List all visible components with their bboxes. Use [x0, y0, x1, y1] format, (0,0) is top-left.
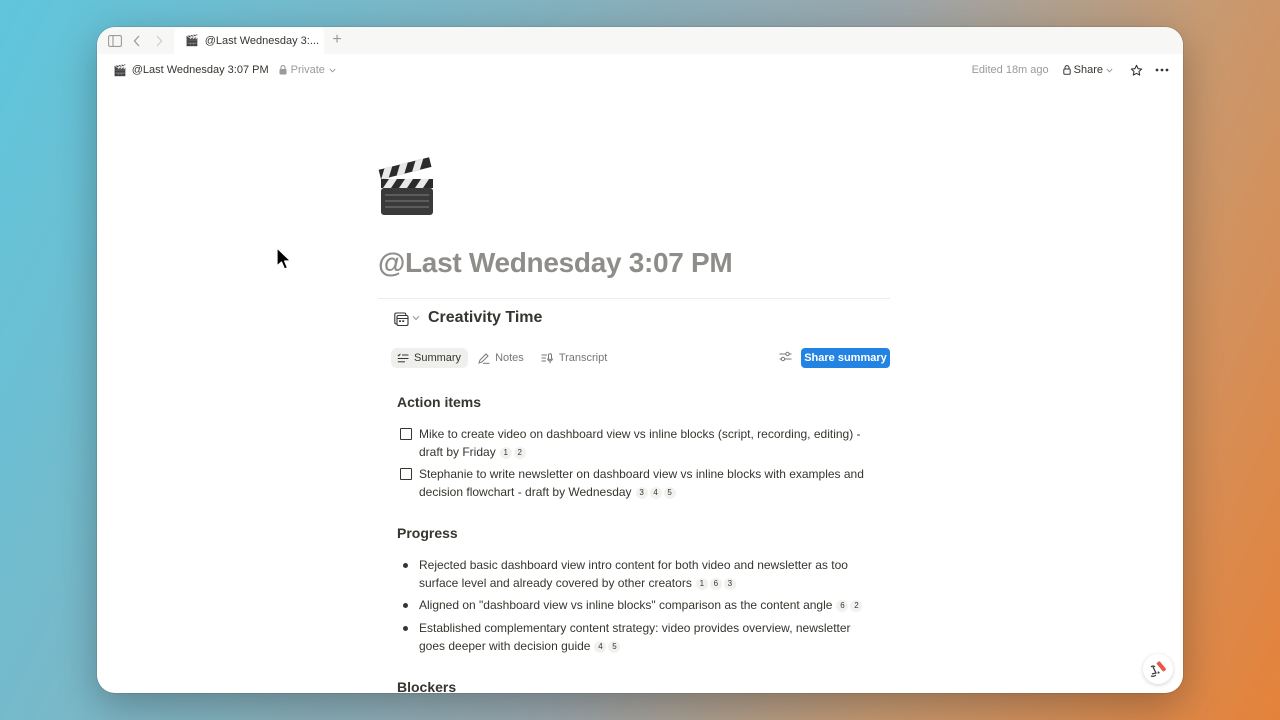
forward-icon[interactable]	[151, 33, 167, 49]
progress-item: Rejected basic dashboard view intro cont…	[397, 556, 877, 592]
tab-bar: 🎬 @Last Wednesday 3:... +	[97, 27, 1183, 54]
action-item: Mike to create video on dashboard view v…	[397, 425, 877, 461]
progress-item-text-content: Rejected basic dashboard view intro cont…	[419, 558, 848, 590]
action-item-text[interactable]: Stephanie to write newsletter on dashboa…	[419, 465, 877, 501]
clapper-board-icon[interactable]	[377, 157, 437, 217]
citation-badge[interactable]: 1	[695, 578, 708, 590]
tab-notes-label: Notes	[495, 352, 524, 364]
citation-badge[interactable]: 2	[850, 600, 863, 612]
progress-item: Established complementary content strate…	[397, 619, 877, 655]
clapper-board-icon: 🎬	[113, 64, 127, 77]
progress-item-text[interactable]: Rejected basic dashboard view intro cont…	[419, 556, 877, 592]
ai-assistant-button[interactable]	[1143, 654, 1173, 684]
lock-icon	[1062, 65, 1071, 75]
mouse-cursor	[276, 247, 292, 276]
title-divider	[378, 298, 890, 299]
tab-title: @Last Wednesday 3:...	[204, 34, 320, 47]
page-title[interactable]: @Last Wednesday 3:07 PM	[378, 247, 733, 279]
settings-sliders-icon[interactable]	[779, 351, 792, 362]
citation-badge[interactable]: 3	[723, 578, 736, 590]
tab-transcript[interactable]: Transcript	[535, 348, 615, 368]
action-item-text-content: Mike to create video on dashboard view v…	[419, 427, 861, 459]
calendar-icon	[394, 311, 409, 326]
back-icon[interactable]	[129, 33, 145, 49]
privacy-dropdown[interactable]: Private	[279, 64, 340, 76]
citation-badge[interactable]: 6	[836, 600, 849, 612]
action-item-text[interactable]: Mike to create video on dashboard view v…	[419, 425, 877, 461]
todo-checkbox[interactable]	[400, 428, 412, 440]
app-window: 🎬 @Last Wednesday 3:... + 🎬 @Last Wednes…	[97, 27, 1183, 693]
citation-badge[interactable]: 6	[709, 578, 722, 590]
citation-badge[interactable]: 1	[499, 447, 512, 459]
page-topbar: 🎬 @Last Wednesday 3:07 PM Private Edited…	[97, 54, 1183, 86]
citation-badge[interactable]: 4	[594, 641, 607, 653]
share-button[interactable]: Share	[1062, 64, 1116, 76]
share-summary-button[interactable]: Share summary	[801, 348, 890, 368]
bullet-dot	[403, 626, 408, 631]
microphone-icon	[541, 352, 553, 363]
chevron-down-icon	[1106, 68, 1113, 73]
todo-checkbox[interactable]	[400, 468, 412, 480]
summary-list-icon	[397, 353, 409, 363]
sidebar-toggle-icon[interactable]	[107, 33, 123, 49]
share-label: Share	[1073, 64, 1103, 76]
citation-badge[interactable]: 3	[635, 487, 648, 499]
bullet-dot	[403, 563, 408, 568]
chevron-down-icon[interactable]	[412, 315, 420, 321]
breadcrumb-title: @Last Wednesday 3:07 PM	[131, 64, 269, 76]
clapper-board-icon: 🎬	[185, 35, 199, 47]
citation-badge[interactable]: 2	[513, 447, 526, 459]
progress-heading: Progress	[397, 525, 458, 541]
new-tab-plus-icon[interactable]: +	[329, 32, 345, 48]
favorite-star-icon[interactable]	[1130, 64, 1143, 77]
privacy-label: Private	[290, 64, 325, 76]
action-item: Stephanie to write newsletter on dashboa…	[397, 465, 877, 501]
action-items-heading: Action items	[397, 394, 482, 410]
tab-transcript-label: Transcript	[558, 352, 608, 364]
ai-face-pencil-icon	[1150, 661, 1166, 677]
pencil-icon	[478, 352, 490, 364]
tab-current-page[interactable]: 🎬 @Last Wednesday 3:...	[174, 27, 324, 54]
lock-icon	[279, 65, 287, 75]
tab-summary-label: Summary	[414, 352, 462, 364]
citation-badge[interactable]: 4	[649, 487, 662, 499]
tab-summary[interactable]: Summary	[391, 348, 469, 368]
tab-notes[interactable]: Notes	[472, 348, 531, 368]
progress-item: Aligned on "dashboard view vs inline blo…	[397, 596, 877, 614]
meeting-title[interactable]: Creativity Time	[428, 309, 542, 327]
blockers-heading: Blockers	[397, 679, 457, 693]
progress-item-text-content: Aligned on "dashboard view vs inline blo…	[419, 598, 833, 612]
citation-badge[interactable]: 5	[608, 641, 621, 653]
breadcrumb[interactable]: 🎬 @Last Wednesday 3:07 PM	[113, 64, 269, 77]
progress-item-text-content: Established complementary content strate…	[419, 621, 851, 653]
bullet-dot	[403, 603, 408, 608]
edited-timestamp: Edited 18m ago	[971, 64, 1049, 76]
more-options-icon[interactable]	[1155, 68, 1169, 72]
meeting-tabs: Summary Notes Transcript	[391, 348, 618, 368]
citation-badge[interactable]: 5	[663, 487, 676, 499]
progress-item-text[interactable]: Aligned on "dashboard view vs inline blo…	[419, 596, 877, 614]
chevron-down-icon	[329, 68, 336, 73]
meeting-header[interactable]: Creativity Time	[394, 308, 542, 328]
progress-item-text[interactable]: Established complementary content strate…	[419, 619, 877, 655]
